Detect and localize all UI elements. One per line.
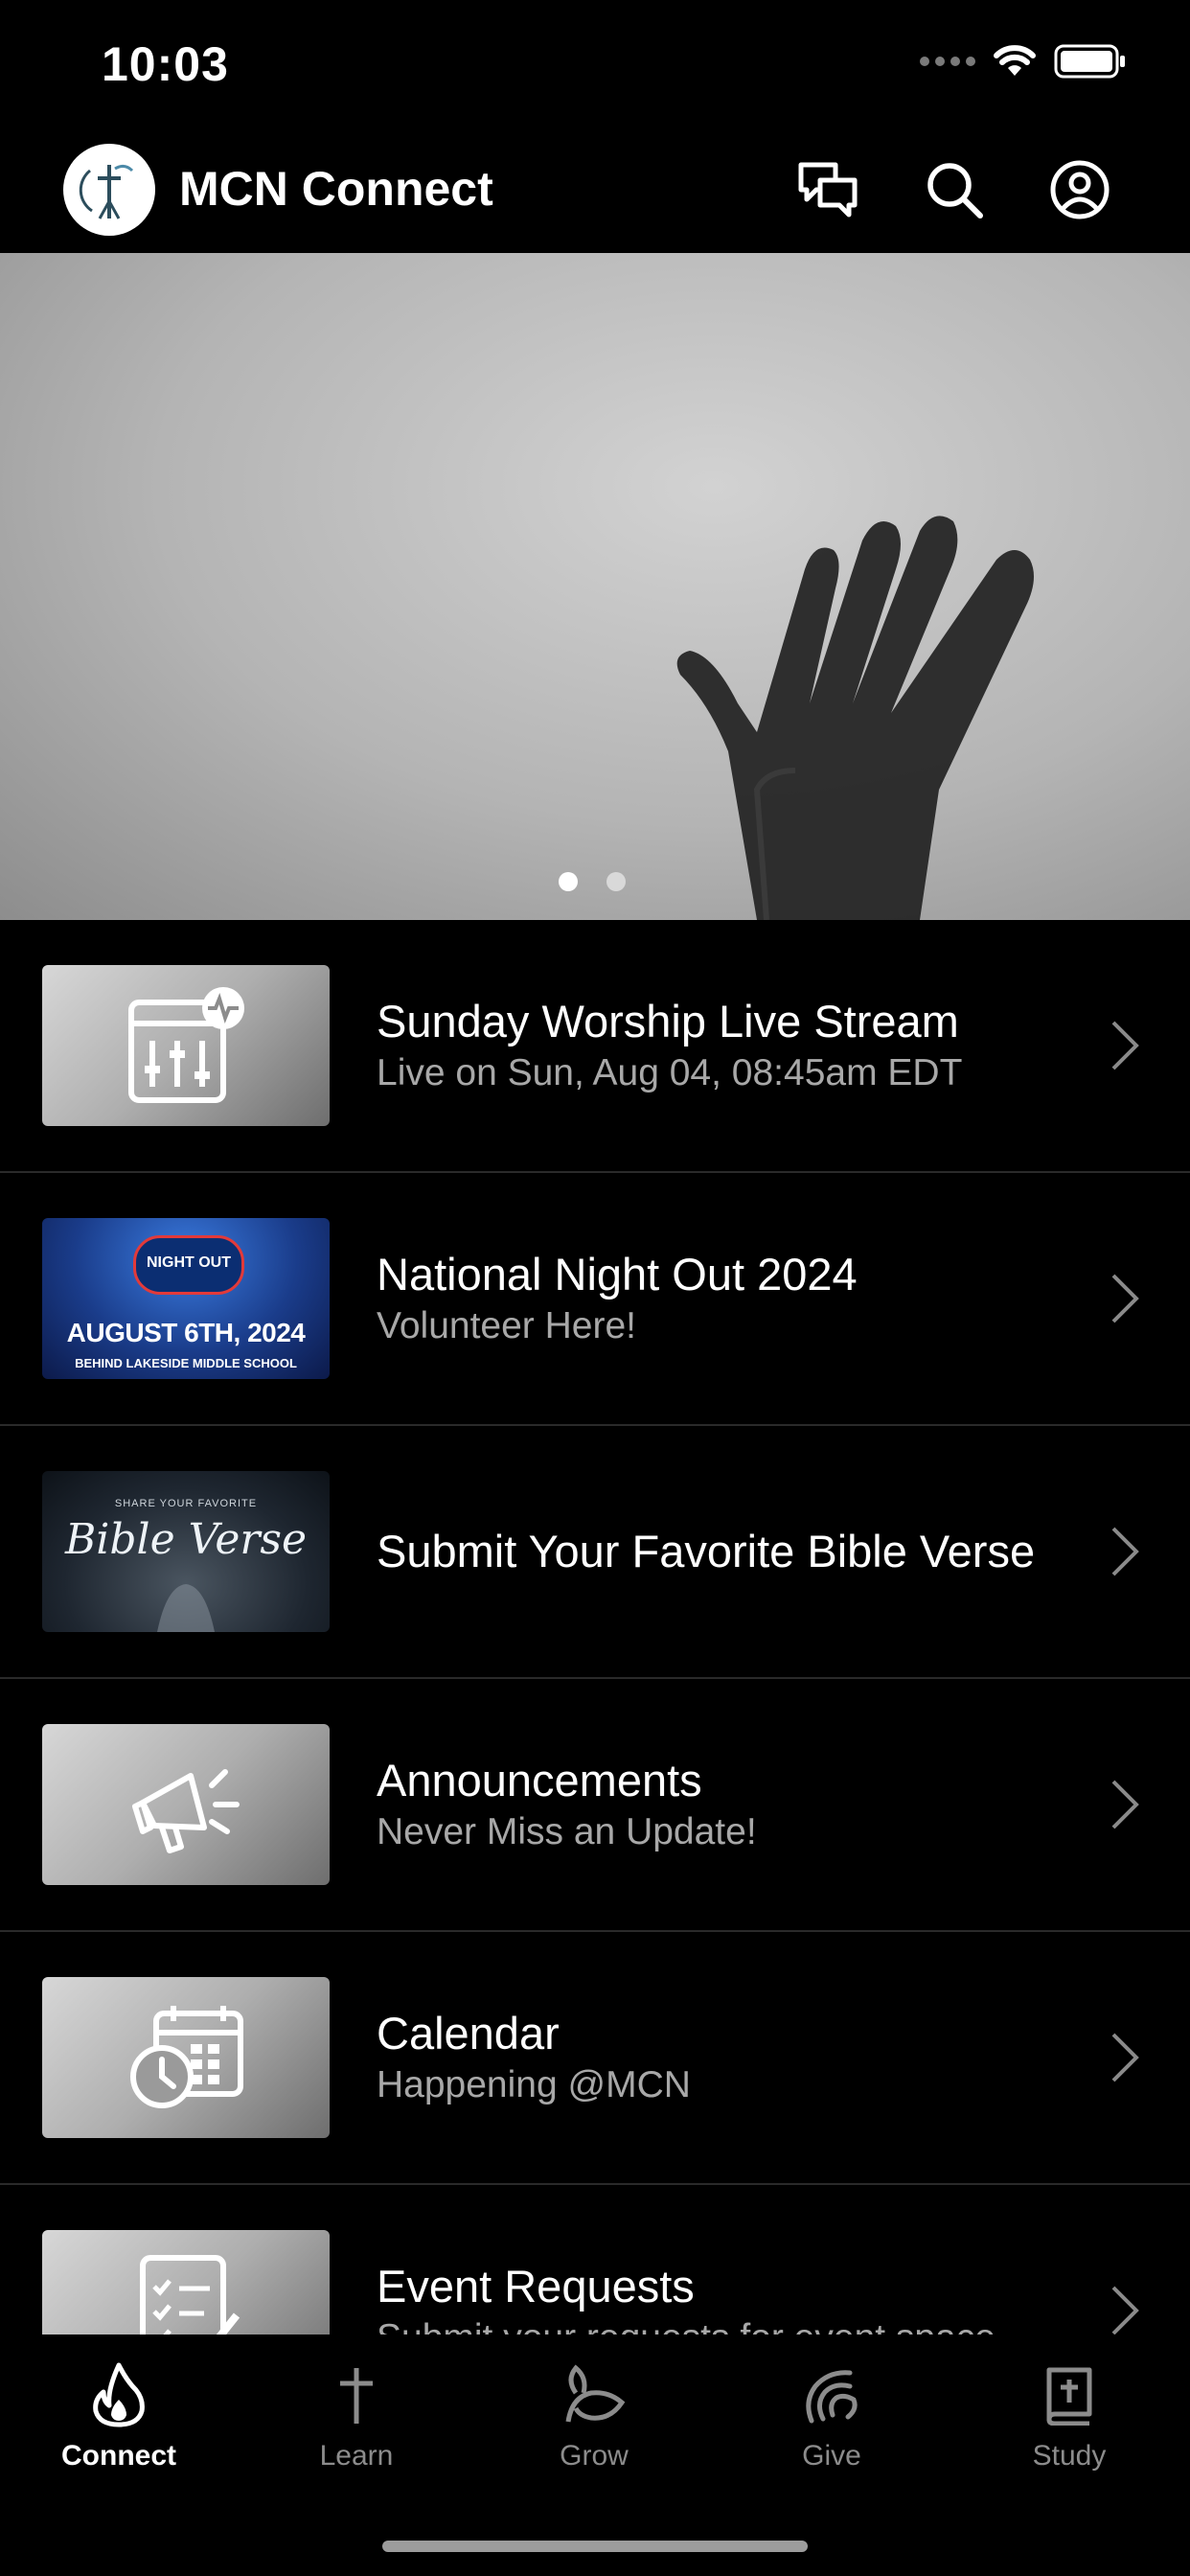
mixer-sliders-icon xyxy=(128,987,244,1103)
status-time: 10:03 xyxy=(102,37,229,91)
item-subtitle: Never Miss an Update! xyxy=(377,1811,757,1852)
item-subtitle: Volunteer Here! xyxy=(377,1305,637,1346)
chevron-right-icon xyxy=(1111,2286,1139,2335)
item-title: Submit Your Favorite Bible Verse xyxy=(377,1526,1036,1576)
tab-learn[interactable]: Learn xyxy=(238,2352,475,2472)
tab-study[interactable]: Study xyxy=(950,2352,1188,2472)
item-subtitle: Live on Sun, Aug 04, 08:45am EDT xyxy=(377,1052,963,1093)
tab-label: Connect xyxy=(61,2440,176,2472)
tab-label: Give xyxy=(802,2440,861,2472)
thumbnail xyxy=(42,965,330,1126)
tab-label: Study xyxy=(1032,2440,1107,2472)
chevron-right-icon xyxy=(1111,1274,1139,1323)
profile-icon xyxy=(1050,160,1110,219)
status-bar: 10:03 xyxy=(0,0,1190,134)
tab-grow[interactable]: Grow xyxy=(475,2352,713,2472)
list-item-calendar[interactable]: Calendar Happening @MCN xyxy=(0,1932,1190,2185)
night-out-location: BEHIND LAKESIDE MIDDLE SCHOOL xyxy=(75,1356,297,1370)
list-item-announcements[interactable]: Announcements Never Miss an Update! xyxy=(0,1679,1190,1932)
item-subtitle: Happening @MCN xyxy=(377,2064,691,2105)
item-title: Announcements xyxy=(377,1755,702,1806)
bible-icon xyxy=(1046,2367,1092,2426)
list-item-sunday-worship[interactable]: Sunday Worship Live Stream Live on Sun, … xyxy=(0,920,1190,1173)
hero-carousel[interactable] xyxy=(0,253,1190,920)
home-indicator[interactable] xyxy=(382,2541,808,2552)
tab-give[interactable]: Give xyxy=(713,2352,950,2472)
night-out-badge: NIGHT OUT xyxy=(133,1235,244,1295)
battery-icon xyxy=(1054,44,1125,79)
profile-button[interactable] xyxy=(1045,155,1114,224)
item-title: Event Requests xyxy=(377,2261,695,2312)
app-title: MCN Connect xyxy=(179,162,493,216)
wifi-icon xyxy=(994,45,1036,76)
list-item-bible-verse[interactable]: SHARE YOUR FAVORITE Bible Verse Submit Y… xyxy=(0,1426,1190,1679)
tab-label: Learn xyxy=(319,2440,394,2472)
flame-icon xyxy=(93,2362,145,2427)
chevron-right-icon xyxy=(1111,1527,1139,1576)
give-icon xyxy=(806,2370,858,2424)
night-out-banner: NIGHT OUT AUGUST 6TH, 2024 BEHIND LAKESI… xyxy=(42,1218,330,1379)
chat-bubbles-icon xyxy=(798,162,858,218)
raised-hand-image xyxy=(676,516,1034,920)
search-icon xyxy=(927,163,983,218)
cross-icon xyxy=(340,2368,373,2424)
chevron-right-icon xyxy=(1111,1021,1139,1070)
chevron-right-icon xyxy=(1111,2033,1139,2082)
praying-hands-image xyxy=(157,1584,215,1632)
carousel-page-indicator[interactable] xyxy=(559,872,626,891)
messages-button[interactable] xyxy=(793,155,862,224)
leaf-icon xyxy=(565,2364,626,2423)
carousel-dot-1[interactable] xyxy=(559,872,578,891)
megaphone-icon xyxy=(132,1769,240,1853)
bible-verse-banner: SHARE YOUR FAVORITE Bible Verse xyxy=(42,1471,330,1632)
item-title: Calendar xyxy=(377,2008,560,2058)
calendar-clock-icon xyxy=(130,2006,243,2108)
app-header: MCN Connect xyxy=(0,134,1190,253)
item-title: Sunday Worship Live Stream xyxy=(377,996,959,1046)
thumbnail xyxy=(42,1977,330,2138)
cellular-signal-icon xyxy=(920,57,975,66)
thumbnail xyxy=(42,1724,330,1885)
search-button[interactable] xyxy=(920,155,989,224)
list-item-national-night-out[interactable]: NIGHT OUT AUGUST 6TH, 2024 BEHIND LAKESI… xyxy=(0,1173,1190,1426)
night-out-date: AUGUST 6TH, 2024 xyxy=(66,1318,306,1347)
tab-connect[interactable]: Connect xyxy=(0,2352,238,2472)
church-logo[interactable] xyxy=(63,144,155,236)
tab-label: Grow xyxy=(560,2440,629,2472)
status-indicators xyxy=(920,44,1127,79)
content-list: Sunday Worship Live Stream Live on Sun, … xyxy=(0,920,1190,2436)
chevron-right-icon xyxy=(1111,1780,1139,1829)
carousel-dot-2[interactable] xyxy=(606,872,626,891)
item-title: National Night Out 2024 xyxy=(377,1249,858,1300)
